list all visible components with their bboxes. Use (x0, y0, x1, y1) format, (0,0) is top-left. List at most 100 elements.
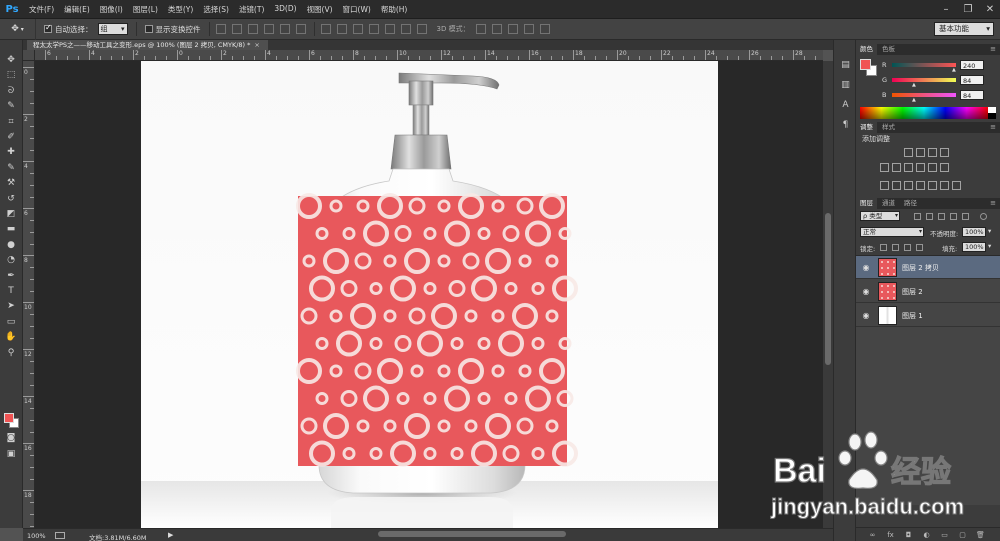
adjustment-preset-icon[interactable] (916, 181, 925, 190)
share-icon[interactable] (55, 532, 65, 539)
fill-input[interactable]: 100% (962, 242, 986, 252)
tab-swatches[interactable]: 色板 (878, 44, 899, 55)
path-select-icon[interactable]: ➤ (4, 300, 18, 312)
close-icon[interactable]: ✕ (984, 4, 996, 15)
adjustment-preset-icon[interactable] (928, 181, 937, 190)
align-right-icon[interactable] (295, 24, 306, 34)
ruler-origin[interactable] (23, 50, 35, 61)
zoom-level[interactable]: 100% (27, 532, 46, 540)
canvas-area[interactable] (35, 61, 823, 528)
adjustment-preset-icon[interactable] (940, 148, 949, 157)
horizontal-scroll-thumb[interactable] (378, 531, 566, 537)
mask-icon[interactable]: ◘ (904, 531, 913, 539)
brush-icon[interactable]: ✎ (4, 162, 18, 174)
auto-select-dropdown[interactable]: 组 (97, 23, 128, 35)
adjustment-preset-icon[interactable] (880, 163, 889, 172)
filter-smart-icon[interactable] (962, 213, 969, 220)
new-layer-icon[interactable]: ▢ (958, 531, 967, 539)
channel-b-slider[interactable] (892, 93, 956, 97)
vertical-scrollbar[interactable] (823, 61, 833, 528)
tab-styles[interactable]: 样式 (878, 122, 899, 133)
ruler-vertical[interactable]: 0 2 4 6 8 10 12 14 16 18 (23, 61, 35, 528)
show-transform-checkbox[interactable] (144, 25, 153, 33)
shape-icon[interactable]: ▭ (4, 316, 18, 328)
menu-item[interactable]: 类型(Y) (163, 4, 198, 15)
layer-row[interactable]: ◉ 图层 2 拷贝 (856, 256, 1000, 279)
adjustment-preset-icon[interactable] (904, 163, 913, 172)
eyedropper-icon[interactable]: ✐ (4, 131, 18, 143)
tab-color[interactable]: 颜色 (856, 44, 877, 55)
color-spectrum[interactable] (860, 107, 988, 119)
layers-panel-menu-icon[interactable]: ≡ (990, 198, 996, 209)
crop-icon[interactable]: ⌗ (4, 116, 18, 128)
menu-item[interactable]: 3D(D) (269, 4, 301, 15)
quick-mask-icon[interactable]: ◙ (4, 432, 18, 444)
hand-icon[interactable]: ✋ (4, 331, 18, 343)
pan-3d-icon[interactable] (507, 24, 518, 34)
visibility-eye-icon[interactable]: ◉ (861, 311, 871, 320)
lasso-icon[interactable]: ᘐ (4, 85, 18, 97)
fx-icon[interactable]: fx (886, 531, 895, 539)
type-icon[interactable]: T (4, 285, 18, 297)
align-bottom-icon[interactable] (247, 24, 258, 34)
workspace-switcher[interactable]: 基本功能 (934, 22, 994, 36)
vertical-scroll-thumb[interactable] (825, 213, 831, 365)
marquee-icon[interactable]: ⬚ (4, 69, 18, 81)
healing-brush-icon[interactable]: ✚ (4, 146, 18, 158)
document-tab[interactable]: 程太太学PS之——移动工具之变形.eps @ 100% (图层 2 拷贝, CM… (27, 40, 268, 50)
filter-adjust-icon[interactable] (926, 213, 933, 220)
visibility-eye-icon[interactable]: ◉ (861, 287, 871, 296)
align-hcenter-icon[interactable] (279, 24, 290, 34)
screen-mode-icon[interactable]: ▣ (4, 448, 18, 460)
blur-icon[interactable]: ● (4, 239, 18, 251)
character-panel-icon[interactable]: A (840, 100, 851, 111)
adjustment-preset-icon[interactable] (940, 163, 949, 172)
tab-channels[interactable]: 通道 (878, 198, 899, 209)
adjustment-preset-icon[interactable] (904, 148, 913, 157)
adjust-panel-menu-icon[interactable]: ≡ (990, 122, 996, 133)
trash-icon[interactable]: 🗑 (976, 531, 985, 539)
layer-row[interactable]: ◉ 图层 1 (856, 304, 1000, 327)
adjustment-preset-icon[interactable] (928, 163, 937, 172)
menu-item[interactable]: 窗口(W) (338, 4, 376, 15)
black-white-swatch[interactable] (988, 107, 996, 119)
blend-mode-select[interactable]: 正常 (860, 227, 924, 237)
scale-3d-icon[interactable] (539, 24, 550, 34)
document-canvas[interactable] (141, 61, 718, 528)
lock-transparent-icon[interactable] (880, 244, 887, 251)
folder-icon[interactable]: ▭ (940, 531, 949, 539)
adjustment-icon[interactable]: ◐ (922, 531, 931, 539)
auto-align-icon[interactable] (416, 24, 427, 34)
link-icon[interactable]: ∞ (868, 531, 877, 539)
menu-item[interactable]: 帮助(H) (376, 4, 413, 15)
opacity-input[interactable]: 100% (962, 227, 986, 237)
tab-layers[interactable]: 图层 (856, 198, 877, 209)
distribute-vcenter-icon[interactable] (336, 24, 347, 34)
lock-position-icon[interactable] (904, 244, 911, 251)
tool-preset-picker[interactable]: ✥ ▾ (0, 18, 36, 40)
minimize-icon[interactable]: – (940, 4, 952, 15)
distribute-hcenter-icon[interactable] (384, 24, 395, 34)
tab-paths[interactable]: 路径 (900, 198, 921, 209)
pen-icon[interactable]: ✒ (4, 270, 18, 282)
dodge-icon[interactable]: ◔ (4, 254, 18, 266)
adjustment-preset-icon[interactable] (952, 181, 961, 190)
align-left-icon[interactable] (263, 24, 274, 34)
menu-item[interactable]: 图像(I) (95, 4, 128, 15)
layer-kind-filter[interactable]: ρ 类型 (860, 211, 900, 221)
rotate-3d-icon[interactable] (475, 24, 486, 34)
gradient-icon[interactable]: ▬ (4, 223, 18, 235)
slide-3d-icon[interactable] (523, 24, 534, 34)
filter-toggle-icon[interactable] (980, 213, 987, 220)
adjustment-preset-icon[interactable] (916, 163, 925, 172)
adjustment-preset-icon[interactable] (904, 181, 913, 190)
color-panel-foreground[interactable] (860, 59, 871, 70)
menu-item[interactable]: 文件(F) (24, 4, 59, 15)
eraser-icon[interactable]: ◩ (4, 208, 18, 220)
zoom-icon[interactable]: ⚲ (4, 347, 18, 359)
channel-g-input[interactable]: 84 (960, 75, 984, 85)
stamp-icon[interactable]: ⚒ (4, 177, 18, 189)
adjustment-preset-icon[interactable] (916, 148, 925, 157)
fill-arrow-icon[interactable]: ▾ (988, 242, 991, 250)
opacity-arrow-icon[interactable]: ▾ (988, 227, 991, 235)
